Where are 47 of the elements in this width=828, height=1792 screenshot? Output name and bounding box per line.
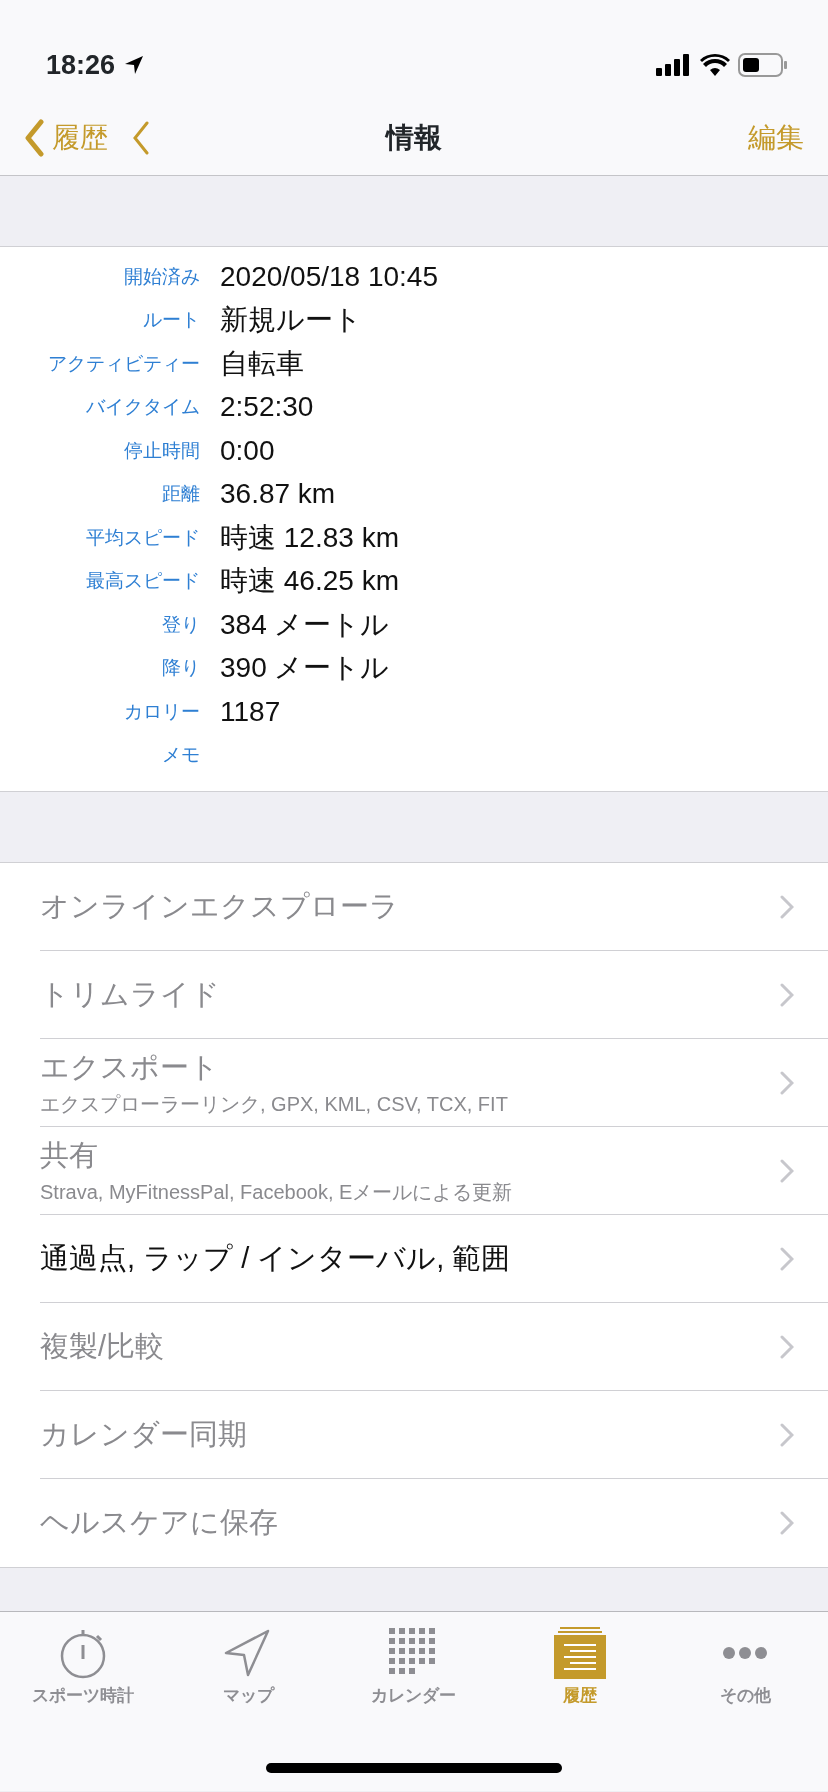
battery-icon — [738, 53, 788, 77]
chevron-right-icon — [780, 894, 794, 919]
chevron-left-icon[interactable] — [132, 120, 150, 155]
field-label: カロリー — [123, 699, 200, 724]
field-label: バイクタイム — [85, 395, 200, 419]
chevron-right-icon — [780, 1422, 794, 1447]
chevron-right-icon — [780, 1246, 794, 1271]
screen-title: 情報 — [386, 120, 442, 155]
edit-button[interactable]: 編集 — [748, 116, 804, 159]
field-value: 時速 46.25 km — [220, 564, 399, 599]
field-label: ルート — [142, 308, 200, 332]
tab-bar-item[interactable]: スポーツ時計 — [0, 1626, 166, 1791]
field-value: 2:52:30 — [220, 390, 314, 425]
field-label: 降り — [161, 656, 200, 680]
field-label: 距離 — [161, 482, 200, 506]
field-label: 開始済み — [123, 264, 200, 289]
clock-time: 18:26 — [46, 48, 116, 82]
chevron-right-icon — [780, 1334, 794, 1359]
tab-bar-item[interactable]: マップ — [165, 1626, 332, 1791]
field-value: 2020/05/18 10:45 — [220, 259, 438, 294]
back-button[interactable]: 履歴 — [24, 116, 108, 159]
field-value: 0:00 — [220, 433, 275, 468]
field-label: 登り — [161, 612, 200, 637]
chevron-right-icon — [780, 982, 794, 1007]
field-label: 停止時間 — [123, 438, 200, 463]
chevron-left-icon — [24, 118, 44, 157]
chevron-right-icon — [780, 1158, 794, 1183]
field-value: 時速 12.83 km — [220, 520, 399, 555]
list-icon — [553, 1627, 606, 1679]
signal-icon — [656, 54, 692, 76]
tab-bar-item[interactable]: カレンダー — [331, 1626, 497, 1791]
chevron-right-icon — [780, 1511, 794, 1535]
field-value: 自転車 — [220, 346, 304, 381]
field-value: 390 メートル — [220, 651, 390, 686]
field-value: 384 メートル — [220, 607, 390, 642]
field-value: 新規ルート — [220, 303, 362, 338]
tab-bar-item[interactable]: その他 — [662, 1626, 828, 1791]
field-label: アクティビティー — [47, 351, 200, 376]
field-label: 平均スピード — [85, 525, 200, 550]
chevron-right-icon — [780, 1070, 794, 1095]
menu-item[interactable]: 通過点, ラップ / インターバル, 範囲 — [40, 1215, 828, 1303]
field-value: 36.87 km — [220, 477, 336, 512]
location-arrow-icon — [123, 54, 146, 76]
field-label: 最高スピード — [85, 569, 200, 593]
field-value: 1187 — [220, 694, 281, 729]
wifi-icon — [700, 54, 730, 76]
field-label: メモ — [161, 743, 200, 767]
